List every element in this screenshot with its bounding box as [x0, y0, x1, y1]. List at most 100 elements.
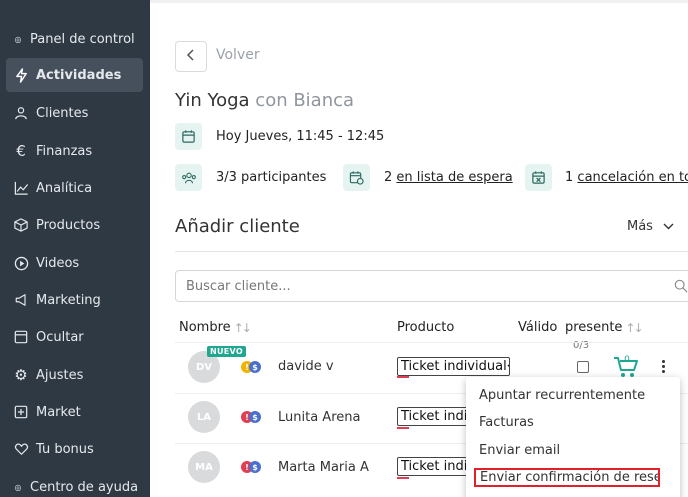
menu-item-enviar-email[interactable]: Enviar email	[479, 443, 560, 458]
avatar: MA	[188, 451, 220, 483]
sidebar-item-label: Clientes	[36, 105, 89, 121]
circle-dot-icon: ◎	[14, 482, 22, 492]
column-header-present[interactable]: presente ↑↓	[565, 320, 644, 335]
calendar-icon	[175, 123, 202, 150]
sidebar: ◎ Panel de control Actividades Clientes …	[0, 0, 150, 497]
column-header-valid: Válido	[518, 320, 557, 335]
column-name-label: Nombre	[179, 320, 231, 335]
row-options-menu: Apuntar recurrentemente Facturas Enviar …	[466, 377, 680, 497]
column-valid-label: Válido	[518, 320, 558, 335]
class-name: Yin Yoga	[175, 90, 250, 111]
waitlist-info[interactable]: 2 en lista de espera	[384, 170, 513, 185]
money-icon: $	[249, 411, 261, 423]
user-icon	[6, 106, 36, 120]
new-badge: NUEVO	[207, 346, 247, 357]
client-name[interactable]: Lunita Arena	[278, 410, 360, 425]
sidebar-item-label: Productos	[36, 217, 101, 233]
product-select[interactable]: Ticket individual	[397, 357, 510, 376]
chart-line-icon	[6, 181, 36, 195]
column-present-label: presente	[565, 320, 623, 335]
menu-item-apuntar-recurrentemente[interactable]: Apuntar recurrentemente	[479, 388, 645, 403]
sidebar-item-centro-de-ayuda[interactable]: ◎ Centro de ayuda	[6, 470, 143, 497]
waitlist-count: 2	[384, 170, 393, 185]
column-header-product: Producto	[397, 320, 454, 335]
sidebar-item-label: Videos	[36, 255, 80, 271]
client-search-box[interactable]	[175, 270, 688, 302]
sidebar-item-ajustes[interactable]: ⚙ Ajustes	[6, 358, 143, 392]
panel-icon	[6, 330, 36, 344]
participants-icon	[175, 164, 202, 191]
sort-icon[interactable]: ↑↓	[625, 321, 643, 335]
validity-bar	[397, 477, 409, 479]
section-divider	[175, 251, 688, 252]
sidebar-item-label: Panel de control	[30, 31, 135, 47]
chevron-down-icon	[663, 219, 674, 234]
top-divider	[150, 0, 688, 3]
more-options-icon[interactable]	[662, 360, 666, 375]
box-icon	[6, 218, 36, 232]
lightning-icon	[6, 67, 36, 83]
sidebar-item-clientes[interactable]: Clientes	[6, 96, 143, 130]
sidebar-item-actividades[interactable]: Actividades	[6, 58, 143, 92]
participants-count: 3/3 participantes	[216, 170, 327, 185]
instructor-name: con Bianca	[255, 90, 355, 111]
sort-icon[interactable]: ↑↓	[234, 321, 252, 335]
client-name[interactable]: davide v	[278, 359, 334, 374]
cancellation-info[interactable]: 1 cancelación en total	[565, 170, 688, 185]
sidebar-item-label: Ocultar	[36, 329, 84, 345]
megaphone-icon	[6, 293, 36, 307]
present-checkbox[interactable]	[577, 361, 589, 373]
more-dropdown[interactable]: Más	[627, 219, 674, 234]
sidebar-item-label: Tu bonus	[36, 441, 94, 457]
svg-text:0: 0	[624, 355, 630, 365]
main-content: Volver Yin Yoga con Bianca Hoy Jueves, 1…	[150, 0, 688, 497]
class-datetime: Hoy Jueves, 11:45 - 12:45	[216, 129, 385, 144]
plus-square-icon	[6, 405, 36, 419]
cancel-count: 1	[565, 170, 574, 185]
euro-icon: €	[16, 142, 26, 160]
more-label: Más	[627, 219, 653, 234]
search-icon[interactable]	[674, 278, 688, 297]
back-label[interactable]: Volver	[216, 47, 260, 63]
page-title: Yin Yoga con Bianca	[175, 90, 354, 111]
menu-item-facturas[interactable]: Facturas	[479, 415, 534, 430]
cancel-link[interactable]: cancelación en total	[577, 170, 688, 185]
client-name[interactable]: Marta Maria A	[278, 460, 369, 475]
sidebar-item-label: Analítica	[36, 180, 93, 196]
sidebar-item-videos[interactable]: Videos	[6, 246, 143, 280]
waitlist-link[interactable]: en lista de espera	[396, 170, 512, 185]
money-icon: $	[249, 461, 261, 473]
gear-icon: ⚙	[14, 366, 28, 384]
avatar: LA	[188, 401, 220, 433]
money-icon: $	[249, 361, 261, 373]
product-select-value: Ticket individual	[401, 359, 507, 374]
sidebar-item-panel-de-control[interactable]: ◎ Panel de control	[6, 22, 143, 56]
circle-dot-icon: ◎	[14, 34, 22, 44]
cancellation-icon	[525, 164, 552, 191]
sidebar-item-label: Market	[36, 404, 81, 420]
add-client-title: Añadir cliente	[175, 216, 300, 237]
sidebar-item-market[interactable]: Market	[6, 395, 143, 429]
sidebar-item-tu-bonus[interactable]: Tu bonus	[6, 432, 143, 466]
row-divider	[175, 342, 688, 343]
validity-bar	[397, 376, 409, 378]
search-input[interactable]	[176, 271, 688, 301]
menu-item-enviar-confirmacion[interactable]: Enviar confirmación de reserva	[474, 468, 660, 487]
sidebar-item-label: Actividades	[36, 67, 122, 83]
column-header-name[interactable]: Nombre ↑↓	[179, 320, 252, 335]
sidebar-item-label: Finanzas	[36, 143, 93, 159]
back-button[interactable]	[175, 41, 207, 72]
sidebar-item-label: Ajustes	[36, 367, 84, 383]
column-product-label: Producto	[397, 320, 455, 335]
validity-bar	[397, 427, 409, 429]
sidebar-item-label: Marketing	[36, 292, 101, 308]
chevron-left-icon	[186, 48, 196, 65]
sidebar-item-ocultar[interactable]: Ocultar	[6, 320, 143, 354]
sidebar-item-productos[interactable]: Productos	[6, 208, 143, 242]
play-icon	[6, 256, 36, 271]
sidebar-item-analitica[interactable]: Analítica	[6, 171, 143, 205]
waitlist-icon	[343, 164, 370, 191]
sidebar-item-label: Centro de ayuda	[30, 479, 139, 495]
sidebar-item-finanzas[interactable]: € Finanzas	[6, 134, 143, 168]
sidebar-item-marketing[interactable]: Marketing	[6, 283, 143, 317]
